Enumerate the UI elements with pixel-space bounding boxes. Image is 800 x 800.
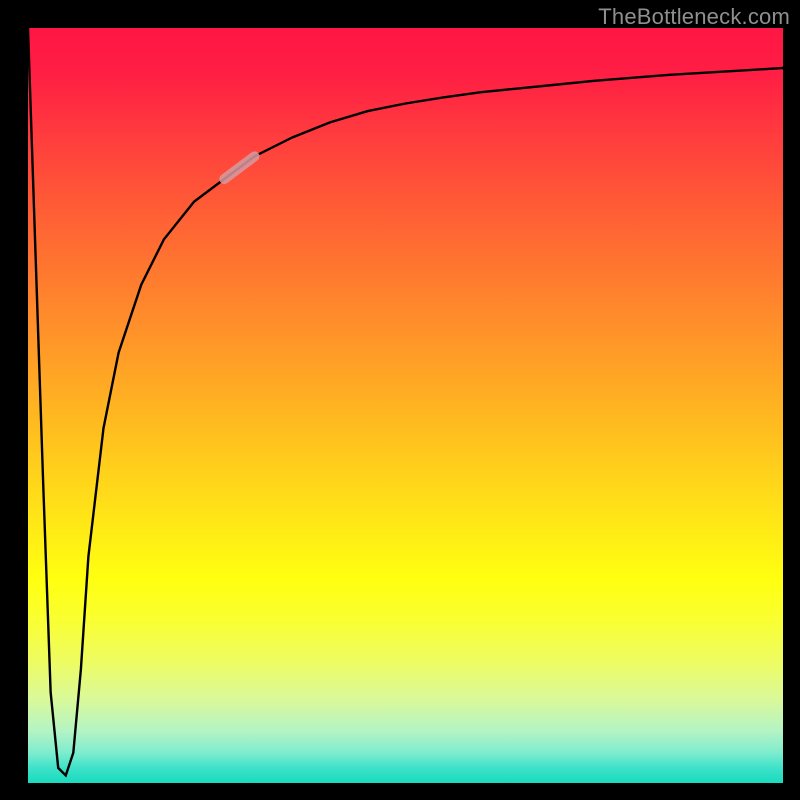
curve-svg [28, 28, 783, 783]
curve-path [28, 28, 783, 775]
watermark-text: TheBottleneck.com [598, 4, 790, 30]
chart-frame: TheBottleneck.com [0, 0, 800, 800]
plot-area [28, 28, 783, 783]
curve-highlight-segment [224, 156, 254, 179]
bottleneck-curve [28, 28, 783, 775]
